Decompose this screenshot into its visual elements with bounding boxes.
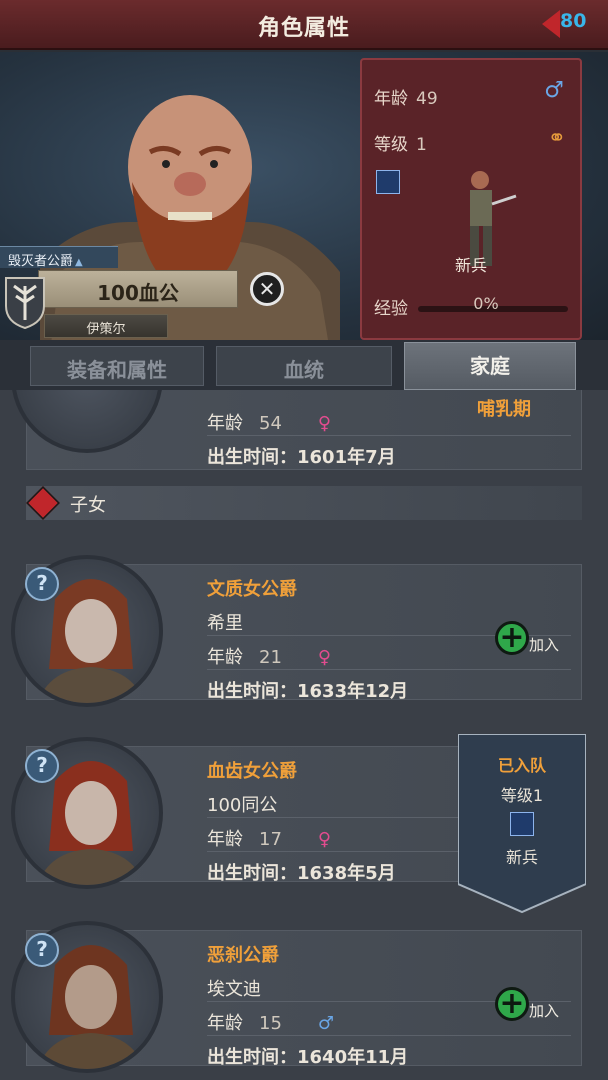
child-age-row: 年龄 21 ♀ xyxy=(207,643,331,669)
birth-label: 出生时间： xyxy=(207,1047,297,1068)
spouse-status: 哺乳期 xyxy=(477,399,531,420)
name-banner[interactable]: 100血公 xyxy=(38,270,238,308)
spouse-birth-row: 出生时间：1601年7月 xyxy=(207,443,396,469)
joined-rank: 新兵 xyxy=(505,848,538,867)
join-button[interactable]: + 加入 xyxy=(494,987,559,1021)
age-label: 年龄 xyxy=(374,89,408,109)
female-icon: ♀ xyxy=(317,413,332,434)
child-card[interactable]: ? 恶刹公爵 埃文迪 年龄 15 ♂ 出生时间：1640年11月 + 加入 xyxy=(11,921,582,1073)
female-icon: ♀ xyxy=(317,647,332,668)
level-label: 等级 xyxy=(374,135,408,155)
clan-shield-icon xyxy=(5,277,45,330)
level-label: 等级 xyxy=(500,786,533,805)
age-value: 49 xyxy=(416,89,438,109)
age-label: 年龄 xyxy=(207,413,243,434)
spouse-card[interactable]: 哺乳期 年龄 54 ♀ 出生时间：1601年7月 xyxy=(11,390,582,470)
plus-icon: + xyxy=(494,621,529,655)
age-label: 年龄 xyxy=(207,647,243,668)
birth-label: 出生时间： xyxy=(207,681,297,702)
noble-title-tag: 毁灭者公爵 ▲ xyxy=(0,246,118,269)
age-label: 年龄 xyxy=(207,829,243,850)
child-name: 埃文迪 xyxy=(207,979,261,1000)
age-value: 54 xyxy=(259,413,282,434)
child-card[interactable]: ? 文质女公爵 希里 年龄 21 ♀ 出生时间：1633年12月 + 加入 xyxy=(11,555,582,707)
male-icon: ♂ xyxy=(317,1013,335,1034)
stat-panel: 年龄 49 ♂ 等级 1 ⚭ 新兵 经验 0% xyxy=(360,58,582,340)
child-role: 文质女公爵 xyxy=(207,579,297,600)
age-label: 年龄 xyxy=(207,1013,243,1034)
sword-class-icon xyxy=(510,812,534,836)
divider xyxy=(207,669,571,670)
plus-icon: + xyxy=(494,987,529,1021)
child-birth-row: 出生时间：1633年12月 xyxy=(207,677,408,703)
marriage-ring-icon[interactable]: ⚭ xyxy=(548,126,566,151)
crown-icon: ▲ xyxy=(75,257,83,268)
tab-bloodline[interactable]: 血统 xyxy=(216,346,392,386)
close-icon: ✕ xyxy=(258,277,276,301)
birth-label: 出生时间： xyxy=(207,447,297,468)
joined-party-banner[interactable]: 已入队 等级1 新兵 xyxy=(458,734,586,914)
child-name: 希里 xyxy=(207,613,243,634)
level-value: 1 xyxy=(532,786,544,805)
tab-equipment[interactable]: 装备和属性 xyxy=(30,346,204,386)
divider xyxy=(207,1035,571,1036)
join-label: 加入 xyxy=(528,1002,559,1020)
child-age-row: 年龄 17 ♀ xyxy=(207,825,331,851)
birth-label: 出生时间： xyxy=(207,863,297,884)
birth-value: 1638年5月 xyxy=(297,863,396,884)
children-section-icon xyxy=(26,486,60,520)
level-value: 1 xyxy=(416,135,427,155)
back-counter: 80 xyxy=(560,10,587,32)
join-label: 加入 xyxy=(528,636,559,654)
level-row: 等级 1 xyxy=(374,130,427,155)
child-age-row: 年龄 15 ♂ xyxy=(207,1009,334,1035)
character-name: 100血公 xyxy=(97,281,179,305)
help-button[interactable]: ? xyxy=(25,567,59,601)
child-role: 恶刹公爵 xyxy=(207,945,279,966)
family-list: 哺乳期 年龄 54 ♀ 出生时间：1601年7月 子女 ? 文质女公爵 希里 年龄 2… xyxy=(0,390,608,1080)
back-button[interactable]: 80 xyxy=(542,8,602,40)
xp-percent: 0% xyxy=(473,294,499,313)
page-title: 角色属性 xyxy=(257,16,350,41)
sword-class-icon[interactable] xyxy=(376,170,400,194)
join-button[interactable]: + 加入 xyxy=(494,621,559,655)
help-button[interactable]: ? xyxy=(25,749,59,783)
spouse-avatar xyxy=(11,390,163,453)
male-icon: ♂ xyxy=(544,78,564,103)
character-hero: 毁灭者公爵 ▲ 100血公 伊策尔 ✕ 年龄 49 ♂ 等级 1 ⚭ 新兵 经验 0% xyxy=(0,52,608,342)
children-section-label: 子女 xyxy=(70,495,106,516)
children-section-header: 子女 xyxy=(26,486,582,520)
birth-value: 1633年12月 xyxy=(297,681,409,702)
tab-family[interactable]: 家庭 xyxy=(404,342,576,390)
tab-bar: 装备和属性 血统 家庭 xyxy=(0,340,608,390)
female-icon: ♀ xyxy=(317,829,332,850)
child-role: 血齿女公爵 xyxy=(207,761,297,782)
joined-status: 已入队 xyxy=(497,756,546,775)
character-sub-name: 伊策尔 xyxy=(44,314,168,338)
noble-title: 毁灭者公爵 xyxy=(8,254,74,269)
dismiss-button[interactable]: ✕ xyxy=(250,272,284,306)
birth-value: 1640年11月 xyxy=(297,1047,409,1068)
title-bar: 角色属性 80 xyxy=(0,0,608,50)
age-value: 21 xyxy=(259,647,282,668)
back-arrow-icon xyxy=(542,10,560,38)
age-row: 年龄 49 xyxy=(374,84,438,109)
joined-level: 等级1 xyxy=(458,782,586,806)
spouse-age-row: 年龄 54 ♀ xyxy=(207,409,331,435)
age-value: 17 xyxy=(259,829,282,850)
divider xyxy=(207,435,571,436)
child-birth-row: 出生时间：1638年5月 xyxy=(207,859,396,885)
child-birth-row: 出生时间：1640年11月 xyxy=(207,1043,408,1069)
age-value: 15 xyxy=(259,1013,282,1034)
birth-value: 1601年7月 xyxy=(297,447,396,468)
rank-label: 新兵 xyxy=(454,256,487,275)
help-button[interactable]: ? xyxy=(25,933,59,967)
child-name: 100同公 xyxy=(207,795,278,816)
